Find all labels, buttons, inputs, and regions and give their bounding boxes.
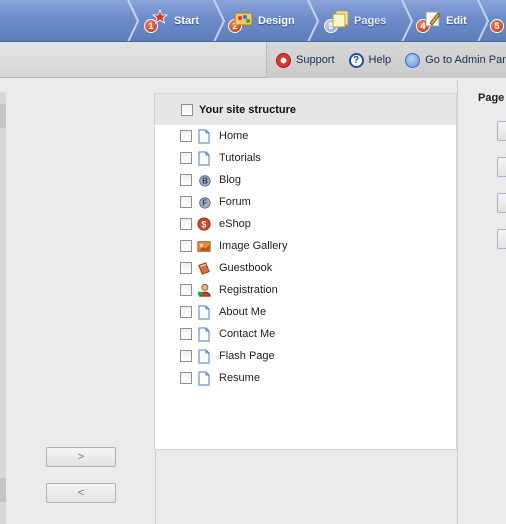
tree-item-flash-page[interactable]: Flash Page	[180, 345, 275, 367]
scrollbar-thumb[interactable]	[0, 104, 6, 128]
edit-icon: 4	[416, 9, 442, 33]
svg-text:F: F	[202, 199, 207, 208]
tree-item-eshop[interactable]: $ eShop	[180, 213, 251, 235]
add-page-button[interactable]: >	[46, 447, 116, 467]
item-checkbox[interactable]	[180, 174, 192, 186]
step-edit[interactable]: 4 Edit	[416, 0, 467, 41]
left-scrollbar[interactable]	[0, 92, 6, 524]
remove-page-button[interactable]: <	[46, 483, 116, 503]
item-checkbox[interactable]	[180, 218, 192, 230]
item-label: Registration	[219, 284, 278, 296]
site-structure-header: Your site structure	[155, 94, 456, 125]
item-label: Contact Me	[219, 328, 276, 340]
item-checkbox[interactable]	[180, 284, 192, 296]
chevron-divider	[477, 0, 490, 41]
step-label: Start	[174, 15, 200, 27]
star-icon: 1	[144, 9, 170, 33]
palette-icon: 2	[228, 9, 254, 33]
blog-icon: B	[197, 172, 211, 188]
chevron-divider	[213, 0, 226, 41]
page-action-button[interactable]	[497, 121, 506, 141]
toolbar: Support ? Help Go to Admin Panel	[0, 42, 506, 78]
eshop-icon: $	[197, 216, 211, 232]
item-label: Flash Page	[219, 350, 275, 362]
site-structure-panel: Your site structure Home Tutorials B Blo…	[154, 93, 457, 450]
step-navigation: 1 Start 2 Design 3 Pages 4 Edit 5	[0, 0, 506, 42]
item-checkbox[interactable]	[180, 350, 192, 362]
select-all-checkbox[interactable]	[181, 103, 193, 116]
svg-text:B: B	[202, 177, 208, 186]
item-checkbox[interactable]	[180, 372, 192, 384]
step-publish[interactable]: 5	[490, 0, 506, 41]
tree-item-registration[interactable]: Registration	[180, 279, 278, 301]
item-checkbox[interactable]	[180, 306, 192, 318]
item-checkbox[interactable]	[180, 196, 192, 208]
site-structure-title: Your site structure	[199, 103, 296, 116]
tree-item-tutorials[interactable]: Tutorials	[180, 147, 261, 169]
chevron-divider	[401, 0, 414, 41]
registration-icon	[197, 282, 211, 298]
tree-item-guestbook[interactable]: Guestbook	[180, 257, 272, 279]
admin-panel-link[interactable]: Go to Admin Panel	[405, 52, 506, 68]
item-checkbox[interactable]	[180, 240, 192, 252]
forum-icon: F	[197, 194, 211, 210]
panel-divider	[155, 450, 156, 524]
tree-item-image-gallery[interactable]: Image Gallery	[180, 235, 287, 257]
gallery-icon	[197, 238, 211, 254]
page-properties-panel	[457, 80, 506, 524]
tree-item-home[interactable]: Home	[180, 125, 248, 147]
pages-icon: 3	[324, 9, 350, 33]
globe-icon	[405, 52, 421, 68]
tree-item-resume[interactable]: Resume	[180, 367, 260, 389]
support-label: Support	[296, 54, 335, 66]
scrollbar-thumb[interactable]	[0, 478, 6, 502]
item-checkbox[interactable]	[180, 328, 192, 340]
page-icon	[197, 150, 211, 166]
tree-item-blog[interactable]: B Blog	[180, 169, 241, 191]
chevron-divider	[307, 0, 320, 41]
step-start[interactable]: 1 Start	[144, 0, 200, 41]
page-icon	[197, 370, 211, 386]
item-label: Resume	[219, 372, 260, 384]
item-label: Image Gallery	[219, 240, 288, 252]
page-icon	[197, 326, 211, 342]
item-checkbox[interactable]	[180, 262, 192, 274]
page-action-button[interactable]	[497, 193, 506, 213]
item-label: Home	[219, 130, 249, 142]
guestbook-icon	[197, 260, 211, 276]
page-icon	[197, 348, 211, 364]
svg-text:$: $	[201, 220, 206, 230]
page-icon	[197, 128, 211, 144]
item-label: About Me	[219, 306, 267, 318]
tree-item-contact-me[interactable]: Contact Me	[180, 323, 275, 345]
support-link[interactable]: Support	[276, 52, 335, 68]
lifebuoy-icon	[276, 52, 291, 68]
item-label: Guestbook	[219, 262, 273, 274]
page-action-button[interactable]	[497, 229, 506, 249]
item-label: Blog	[219, 174, 242, 186]
step-number: 5	[490, 19, 504, 33]
tree-item-forum[interactable]: F Forum	[180, 191, 251, 213]
tree-item-about-me[interactable]: About Me	[180, 301, 266, 323]
step-label: Edit	[446, 15, 467, 27]
help-icon: ?	[348, 52, 364, 68]
step-label: Pages	[354, 15, 387, 27]
chevron-divider	[127, 0, 140, 41]
page-action-button[interactable]	[497, 157, 506, 177]
toolbar-links: Support ? Help Go to Admin Panel	[266, 42, 506, 78]
help-link[interactable]: ? Help	[348, 52, 392, 68]
page-properties-title: Page	[478, 92, 505, 104]
step-design[interactable]: 2 Design	[228, 0, 295, 41]
step-pages[interactable]: 3 Pages	[324, 0, 387, 41]
admin-panel-label: Go to Admin Panel	[425, 54, 506, 66]
step-label: Design	[258, 15, 295, 27]
item-label: Tutorials	[219, 152, 261, 164]
page-icon	[197, 304, 211, 320]
item-checkbox[interactable]	[180, 130, 192, 142]
item-checkbox[interactable]	[180, 152, 192, 164]
item-label: eShop	[219, 218, 251, 230]
publish-icon: 5	[490, 9, 506, 33]
help-label: Help	[368, 54, 392, 66]
item-label: Forum	[219, 196, 251, 208]
